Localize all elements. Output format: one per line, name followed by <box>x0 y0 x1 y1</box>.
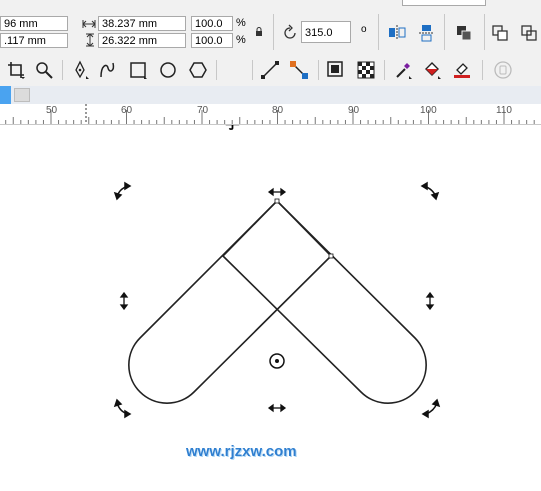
ruler-label-80: 80 <box>272 105 284 116</box>
transparency-tool-icon[interactable] <box>356 60 376 80</box>
skew-handle-top <box>267 187 287 197</box>
separator <box>444 14 445 50</box>
ruler-label-100: 100 <box>420 105 437 116</box>
watermark-text: www.rjzxw.com <box>186 443 297 460</box>
degree-symbol: o <box>361 24 367 35</box>
width-icon <box>82 20 96 28</box>
node-handle-right <box>328 253 334 259</box>
separator <box>384 60 385 80</box>
node-handle-top <box>274 198 280 204</box>
x-position-field[interactable]: 96 mm <box>0 16 68 31</box>
rotate-handle-bottom-right <box>421 398 441 419</box>
separator <box>482 60 483 80</box>
scale-y-field[interactable]: 100.0 <box>191 33 233 48</box>
rotate-handle-bottom-left <box>113 398 132 419</box>
separator <box>252 60 253 80</box>
separator <box>378 14 379 50</box>
property-bar: 96 mm .117 mm 38.237 mm 26.322 mm 100.0 … <box>0 0 541 55</box>
skew-handle-bottom <box>267 403 287 413</box>
height-icon <box>86 33 94 47</box>
separator <box>62 60 63 80</box>
connector-tool-icon[interactable] <box>289 60 309 80</box>
shadow-tool-icon[interactable] <box>326 60 346 80</box>
separator <box>216 60 217 80</box>
trim-icon[interactable] <box>520 24 538 42</box>
separator <box>273 14 274 50</box>
width-field[interactable]: 38.237 mm <box>98 16 186 31</box>
horizontal-ruler[interactable] <box>0 104 541 125</box>
align-distribute-icon[interactable] <box>455 24 473 42</box>
y-position-field[interactable]: .117 mm <box>0 33 68 48</box>
rotation-field[interactable]: 315.0 <box>301 21 351 43</box>
rotate-icon <box>284 24 296 39</box>
separator <box>484 14 485 50</box>
active-tab-indicator <box>0 86 11 104</box>
ruler-label-50: 50 <box>46 105 58 116</box>
ellipse-tool-icon[interactable] <box>158 60 178 80</box>
lock-ratio-icon[interactable] <box>255 27 263 37</box>
ruler-label-70: 70 <box>197 105 209 116</box>
ruler-label-90: 90 <box>348 105 360 116</box>
dimension-line-tool-icon[interactable] <box>260 60 280 80</box>
mirror-horizontal-icon[interactable] <box>388 24 406 40</box>
crop-tool-icon[interactable] <box>6 60 26 80</box>
smart-fill-tool-icon[interactable] <box>452 60 472 80</box>
lock-tool-icon[interactable] <box>493 60 513 80</box>
height-field[interactable]: 26.322 mm <box>98 33 186 48</box>
ruler-ticks <box>5 104 535 124</box>
percent-label-x: % <box>236 17 246 29</box>
right-capsule-shape <box>222 200 427 404</box>
weld-icon[interactable] <box>491 24 509 42</box>
rotate-handle-top-right <box>420 181 440 201</box>
rectangle-tool-icon[interactable] <box>128 60 148 80</box>
skew-handle-right <box>425 291 435 311</box>
skew-handle-left <box>119 291 129 311</box>
page-tab[interactable] <box>14 88 30 102</box>
zoom-tool-icon[interactable] <box>34 60 54 80</box>
eyedropper-tool-icon[interactable] <box>393 60 413 80</box>
freehand-tool-icon[interactable] <box>98 60 118 80</box>
drawing-canvas[interactable] <box>0 125 541 491</box>
ruler-label-60: 60 <box>121 105 133 116</box>
rotate-handle-top-left <box>113 181 132 201</box>
mirror-vertical-icon[interactable] <box>418 24 434 42</box>
fill-tool-icon[interactable] <box>422 60 442 80</box>
ruler-label-110: 110 <box>496 105 512 116</box>
percent-label-y: % <box>236 34 246 46</box>
top-dropdown[interactable] <box>402 0 486 6</box>
toolbox: 字 <box>0 54 541 132</box>
scale-x-field[interactable]: 100.0 <box>191 16 233 31</box>
separator <box>318 60 319 80</box>
pen-tool-icon[interactable] <box>70 60 90 80</box>
document-tab-strip <box>0 86 541 104</box>
rotation-center-marker <box>269 353 285 369</box>
polygon-tool-icon[interactable] <box>188 60 208 80</box>
left-capsule-shape <box>128 200 332 404</box>
